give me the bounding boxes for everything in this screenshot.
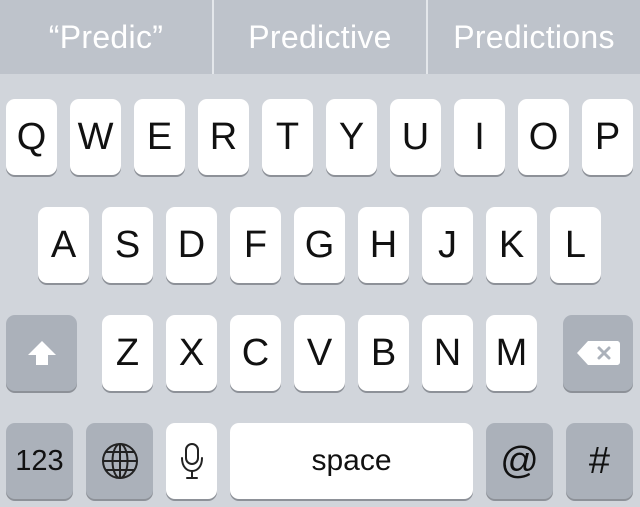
backspace-icon <box>575 338 621 368</box>
key-l[interactable]: L <box>550 207 601 283</box>
globe-button[interactable] <box>86 423 153 499</box>
space-bar[interactable]: space <box>230 423 473 499</box>
key-o[interactable]: O <box>518 99 569 175</box>
key-s[interactable]: S <box>102 207 153 283</box>
key-u[interactable]: U <box>390 99 441 175</box>
key-p[interactable]: P <box>582 99 633 175</box>
key-i[interactable]: I <box>454 99 505 175</box>
prediction-predictions[interactable]: Predictions <box>426 0 640 74</box>
globe-icon <box>99 440 141 482</box>
keyboard-screen: “Predic” Predictive Predictions Q W E R … <box>0 0 640 507</box>
hash-key[interactable]: # <box>566 423 633 499</box>
key-h[interactable]: H <box>358 207 409 283</box>
key-r[interactable]: R <box>198 99 249 175</box>
key-j[interactable]: J <box>422 207 473 283</box>
key-c[interactable]: C <box>230 315 281 391</box>
microphone-button[interactable] <box>166 423 217 499</box>
key-w[interactable]: W <box>70 99 121 175</box>
key-q[interactable]: Q <box>6 99 57 175</box>
key-a[interactable]: A <box>38 207 89 283</box>
key-n[interactable]: N <box>422 315 473 391</box>
shift-button[interactable] <box>6 315 77 391</box>
key-m[interactable]: M <box>486 315 537 391</box>
at-key[interactable]: @ <box>486 423 553 499</box>
key-x[interactable]: X <box>166 315 217 391</box>
key-z[interactable]: Z <box>102 315 153 391</box>
key-f[interactable]: F <box>230 207 281 283</box>
shift-icon <box>25 338 59 368</box>
numbers-button[interactable]: 123 <box>6 423 73 499</box>
prediction-quoted[interactable]: “Predic” <box>0 0 212 74</box>
key-t[interactable]: T <box>262 99 313 175</box>
prediction-predictive[interactable]: Predictive <box>212 0 426 74</box>
key-d[interactable]: D <box>166 207 217 283</box>
key-b[interactable]: B <box>358 315 409 391</box>
key-v[interactable]: V <box>294 315 345 391</box>
key-y[interactable]: Y <box>326 99 377 175</box>
microphone-icon <box>178 440 206 482</box>
key-k[interactable]: K <box>486 207 537 283</box>
backspace-button[interactable] <box>563 315 633 391</box>
prediction-bar: “Predic” Predictive Predictions <box>0 0 640 74</box>
key-g[interactable]: G <box>294 207 345 283</box>
key-e[interactable]: E <box>134 99 185 175</box>
